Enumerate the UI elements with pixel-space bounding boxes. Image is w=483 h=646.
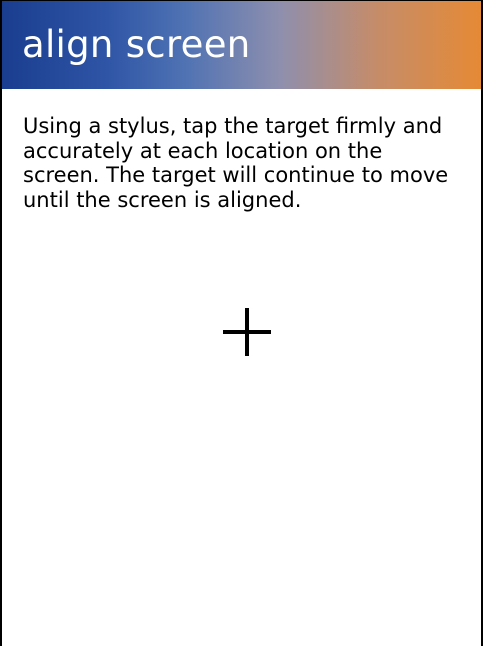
- crosshair-vertical-bar: [245, 308, 249, 356]
- page-title: align screen: [22, 23, 251, 66]
- align-screen-window: align screen Using a stylus, tap the tar…: [0, 0, 483, 646]
- instructions-text: Using a stylus, tap the target firmly an…: [23, 114, 449, 212]
- crosshair-icon[interactable]: [223, 308, 271, 356]
- title-bar: align screen: [2, 1, 481, 89]
